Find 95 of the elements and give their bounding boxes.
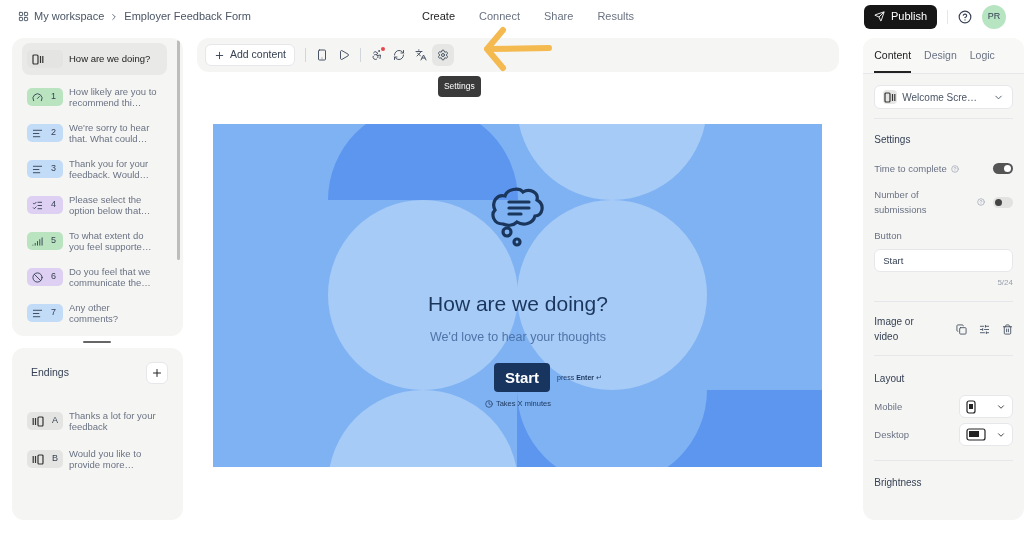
translate-icon[interactable] (415, 49, 427, 61)
nav-tab[interactable]: Share (544, 8, 574, 25)
field-label: Button (874, 229, 903, 243)
send-icon (873, 11, 885, 22)
mobile-preview-icon[interactable] (316, 49, 328, 61)
settings-button[interactable] (432, 44, 454, 66)
panel-tab[interactable]: Content (874, 48, 912, 73)
user-avatar[interactable]: PR (982, 4, 1006, 29)
question-type-badge: A (27, 412, 63, 430)
section-heading: Layout (874, 372, 906, 387)
copy-icon[interactable] (956, 323, 967, 335)
question-text: How are we doing? (69, 53, 152, 65)
ending-text: Would you like to provide more… (69, 447, 143, 471)
add-content-button[interactable]: Add content (204, 44, 295, 66)
text-lines-icon (32, 163, 43, 175)
mobile-layout-icon (966, 399, 976, 414)
question-text: To what extent do you feel supporte… (69, 229, 153, 253)
question-item[interactable]: 4 Please select the option below that… (22, 187, 167, 223)
toggle-switch[interactable] (993, 163, 1013, 174)
nav-tab[interactable]: Create (422, 8, 456, 25)
panel-tab[interactable]: Design (924, 48, 957, 73)
question-text: Any other comments? (69, 301, 120, 325)
nav-tab[interactable]: Results (597, 8, 635, 25)
help-icon[interactable] (958, 9, 972, 24)
question-type-badge: B (27, 450, 63, 468)
gauge-icon (32, 91, 43, 103)
section-heading: Brightness (874, 476, 923, 491)
question-item[interactable]: 3 Thank you for your feedback. Would… (22, 151, 167, 187)
layout-label: Desktop (874, 427, 910, 442)
question-type-badge: 5 (27, 232, 63, 250)
toggle-label: Number of submissions (874, 188, 928, 217)
character-counter: 5/24 (997, 277, 1013, 290)
screen-layout-icon (884, 91, 897, 103)
layout-dropdown[interactable] (959, 395, 1013, 419)
question-text: How likely are you to recommend thi… (69, 85, 158, 109)
ending-item[interactable]: B Would you like to provide more… (27, 440, 168, 478)
question-text: Please select the option below that… (69, 193, 152, 217)
screen-type-dropdown[interactable]: Welcome Scre… (874, 85, 1013, 109)
resize-handle[interactable] (83, 341, 112, 343)
section-heading: Image or video (874, 315, 915, 345)
toggle-switch[interactable] (993, 196, 1013, 208)
tooltip: Settings (437, 76, 481, 97)
question-type-badge: 1 (27, 88, 63, 106)
workspace-link[interactable]: My workspace (34, 8, 105, 25)
ending-text: Thanks a lot for your feedback (69, 409, 157, 433)
bars-icon (32, 235, 43, 247)
accessibility-icon[interactable] (371, 49, 383, 61)
trash-icon[interactable] (1002, 323, 1013, 335)
text-lines-icon (32, 307, 43, 319)
question-item[interactable]: 6 Do you feel that we communicate the… (22, 259, 167, 295)
question-type-badge: 7 (27, 304, 63, 322)
section-heading: Endings (31, 365, 69, 381)
question-text: Do you feel that we communicate the… (69, 265, 152, 289)
nav-tab[interactable]: Connect (479, 8, 520, 25)
screen-layout-icon (32, 453, 44, 465)
button-text-field[interactable]: Start (874, 249, 1013, 273)
screen-subtitle: We'd love to hear your thoughts (430, 328, 606, 346)
question-type-badge: 2 (27, 124, 63, 142)
question-type-badge: 6 (27, 268, 63, 286)
question-type-badge: 4 (27, 196, 63, 214)
question-item[interactable]: 1 How likely are you to recommend thi… (22, 79, 167, 115)
question-text: Thank you for your feedback. Would… (69, 157, 151, 181)
add-ending-button[interactable] (145, 362, 168, 384)
refresh-icon[interactable] (393, 49, 405, 61)
screen-layout-icon (32, 53, 44, 65)
settings-icon (437, 49, 449, 61)
form-title: Employer Feedback Form (124, 9, 251, 25)
scrollbar[interactable] (176, 40, 180, 260)
question-item[interactable]: How are we doing? (22, 43, 167, 75)
clock-icon (484, 399, 493, 408)
prohibited-icon (32, 271, 43, 283)
question-item[interactable]: 5 To what extent do you feel supporte… (22, 223, 167, 259)
desktop-layout-icon (966, 428, 986, 442)
screen-title: How are we doing? (428, 291, 608, 317)
layout-dropdown[interactable] (959, 423, 1013, 447)
publish-button[interactable]: Publish (863, 4, 937, 29)
ending-item[interactable]: A Thanks a lot for your feedback (27, 402, 168, 440)
toggle-label: Time to complete (874, 162, 947, 176)
layout-label: Mobile (874, 399, 903, 414)
question-text: We're sorry to hear that. What could… (69, 121, 151, 145)
text-lines-icon (32, 127, 43, 139)
question-item[interactable]: 2 We're sorry to hear that. What could… (22, 115, 167, 151)
screen-layout-icon (32, 415, 44, 427)
start-button[interactable]: Start (493, 363, 551, 393)
thought-bubble-icon (488, 186, 547, 248)
panel-tab[interactable]: Logic (969, 48, 995, 73)
play-icon[interactable] (338, 49, 350, 61)
plus-icon (213, 49, 225, 61)
plus-icon (150, 367, 163, 379)
grid-icon[interactable] (18, 11, 29, 22)
sliders-icon[interactable] (979, 323, 990, 335)
section-heading: Settings (874, 133, 912, 147)
question-item[interactable]: 7 Any other comments? (22, 295, 167, 331)
question-type-badge: 3 (27, 160, 63, 178)
list-icon (32, 199, 43, 211)
